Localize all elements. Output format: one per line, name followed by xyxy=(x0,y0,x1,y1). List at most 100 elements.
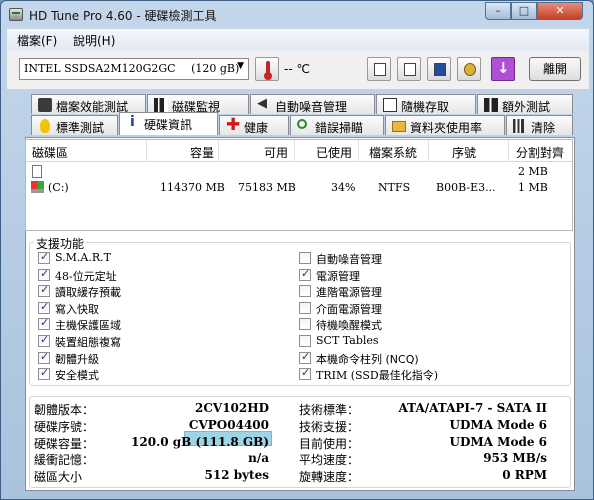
col-used[interactable]: 已使用 xyxy=(316,144,352,161)
feature-label: 48-位元定址 xyxy=(55,270,117,283)
feature-label: 自動噪音管理 xyxy=(316,253,382,266)
tab-extra-tests[interactable]: 額外測試 xyxy=(477,94,573,114)
minimize-button[interactable]: – xyxy=(485,2,511,20)
tab-error-scan[interactable]: 錯誤掃瞄 xyxy=(290,115,384,135)
blank-page-icon xyxy=(32,165,42,178)
copy-all-icon xyxy=(404,63,416,76)
random-access-icon xyxy=(383,98,397,112)
tab-aam[interactable]: ◀ 自動噪音管理 xyxy=(250,94,375,114)
feature-label: 寫入快取 xyxy=(55,303,99,316)
info-label: 磁區大小 xyxy=(34,470,83,484)
col-alignment[interactable]: 分割對齊 xyxy=(516,144,564,161)
col-capacity[interactable]: 容量 xyxy=(190,144,214,161)
magnifier-icon xyxy=(297,119,307,129)
trash-icon xyxy=(513,119,524,133)
tab-disk-monitor[interactable]: 磁碟監視 xyxy=(147,94,249,114)
info-label: 硬碟容量： xyxy=(34,437,95,451)
info-value: 0 RPM xyxy=(502,468,547,482)
feature-label: 韌體升級 xyxy=(55,353,99,366)
feature-checkbox xyxy=(299,252,311,264)
feature-checkbox xyxy=(299,302,311,314)
file-benchmark-icon xyxy=(38,98,52,112)
col-free[interactable]: 可用 xyxy=(264,144,288,161)
partition-list-header: 磁碟區 容量 可用 已使用 檔案系統 序號 分割對齊 xyxy=(26,140,572,162)
info-value: CVPO04400 xyxy=(188,418,269,432)
info-value: 2CV102HD xyxy=(194,401,269,415)
copy-icon xyxy=(374,63,386,76)
feature-checkbox xyxy=(38,316,50,330)
feature-checkbox xyxy=(299,318,311,330)
windows-drive-icon xyxy=(31,181,44,193)
thermometer-icon[interactable] xyxy=(255,57,279,81)
feature-label: SCT Tables xyxy=(316,334,379,347)
maximize-button[interactable]: □ xyxy=(511,2,537,20)
feature-label: 安全模式 xyxy=(55,369,99,382)
info-label: 韌體版本： xyxy=(34,403,95,417)
info-label: 目前使用： xyxy=(299,437,360,451)
drive-name: INTEL SSDSA2M120G2GC xyxy=(24,62,176,75)
feature-label: 本機命令柱列 (NCQ) xyxy=(316,353,419,366)
feature-label: 待機喚醒模式 xyxy=(316,319,382,332)
col-filesystem[interactable]: 檔案系統 xyxy=(369,144,417,161)
menu-file[interactable]: 檔案(F) xyxy=(17,32,57,49)
feature-label: 主機保護區域 xyxy=(55,319,121,332)
info-label: 技術標準： xyxy=(299,403,360,417)
feature-label: 讀取緩存預載 xyxy=(55,286,121,299)
download-arrow-icon: ↓ xyxy=(497,59,510,77)
options-button[interactable] xyxy=(457,57,481,81)
tab-folder-usage[interactable]: 資料夾使用率 xyxy=(385,115,505,135)
info-value: n/a xyxy=(248,451,269,465)
feature-label: 進階電源管理 xyxy=(316,286,382,299)
tab-health[interactable]: ✚ 健康 xyxy=(219,115,289,135)
feature-checkbox xyxy=(38,283,50,297)
screenshot-button[interactable]: ↓ xyxy=(491,57,515,81)
bar-chart-icon xyxy=(154,98,168,112)
exit-button[interactable]: 離開 xyxy=(529,57,581,81)
col-serial[interactable]: 序號 xyxy=(452,144,476,161)
feature-checkbox xyxy=(38,366,50,380)
close-button[interactable]: ✕ xyxy=(537,2,583,20)
save-button[interactable] xyxy=(427,57,451,81)
drive-select[interactable]: INTEL SSDSA2M120G2GC (120 gB) ▼ xyxy=(19,58,249,80)
info-value: 512 bytes xyxy=(204,468,269,482)
feature-checkbox xyxy=(38,350,50,364)
feature-checkbox xyxy=(299,350,311,364)
info-value: UDMA Mode 6 xyxy=(449,435,547,449)
menu-bar: 檔案(F) 說明(H) xyxy=(7,29,589,51)
folder-icon xyxy=(392,121,406,132)
feature-label: 裝置組態複寫 xyxy=(55,336,121,349)
feature-checkbox xyxy=(38,250,50,264)
tab-benchmark[interactable]: 標準測試 xyxy=(31,115,118,135)
tab-file-benchmark[interactable]: 檔案效能測試 xyxy=(31,94,146,114)
partition-list[interactable]: 磁碟區 容量 可用 已使用 檔案系統 序號 分割對齊 2 MB (C:) 114… xyxy=(25,139,573,231)
speaker-icon: ◀ xyxy=(257,96,267,111)
info-label: 技術支援： xyxy=(299,420,360,434)
feature-label: 介面電源管理 xyxy=(316,303,382,316)
info-icon: i xyxy=(130,114,135,130)
title-bar: HD Tune Pro 4.60 - 硬碟檢測工具 – □ ✕ xyxy=(1,1,593,29)
drive-size: (120 gB) xyxy=(191,62,240,75)
feature-checkbox xyxy=(299,285,311,297)
tab-erase[interactable]: 清除 xyxy=(506,115,573,135)
copy-all-button[interactable] xyxy=(397,57,421,81)
feature-checkbox xyxy=(299,335,311,347)
info-value: ATA/ATAPI-7 - SATA II xyxy=(398,401,547,415)
temperature-readout: -- ℃ xyxy=(284,62,310,76)
tab-random-access[interactable]: 隨機存取 xyxy=(376,94,476,114)
feature-checkbox xyxy=(299,267,311,281)
info-label: 平均速度： xyxy=(299,453,360,467)
copy-info-button[interactable] xyxy=(367,57,391,81)
app-window: HD Tune Pro 4.60 - 硬碟檢測工具 – □ ✕ 檔案(F) 說明… xyxy=(0,0,594,500)
feature-checkbox xyxy=(38,333,50,347)
info-label: 硬碟序號： xyxy=(34,420,95,434)
info-value: 953 MB/s xyxy=(483,451,547,465)
chevron-down-icon: ▼ xyxy=(237,61,244,71)
tab-info[interactable]: i 硬碟資訊 xyxy=(119,112,218,135)
menu-help[interactable]: 說明(H) xyxy=(73,32,115,49)
save-icon xyxy=(434,63,446,76)
col-volume[interactable]: 磁碟區 xyxy=(32,144,68,161)
feature-checkbox xyxy=(38,300,50,314)
info-value: UDMA Mode 6 xyxy=(449,418,547,432)
lightbulb-icon xyxy=(40,119,50,133)
app-icon xyxy=(9,8,23,21)
